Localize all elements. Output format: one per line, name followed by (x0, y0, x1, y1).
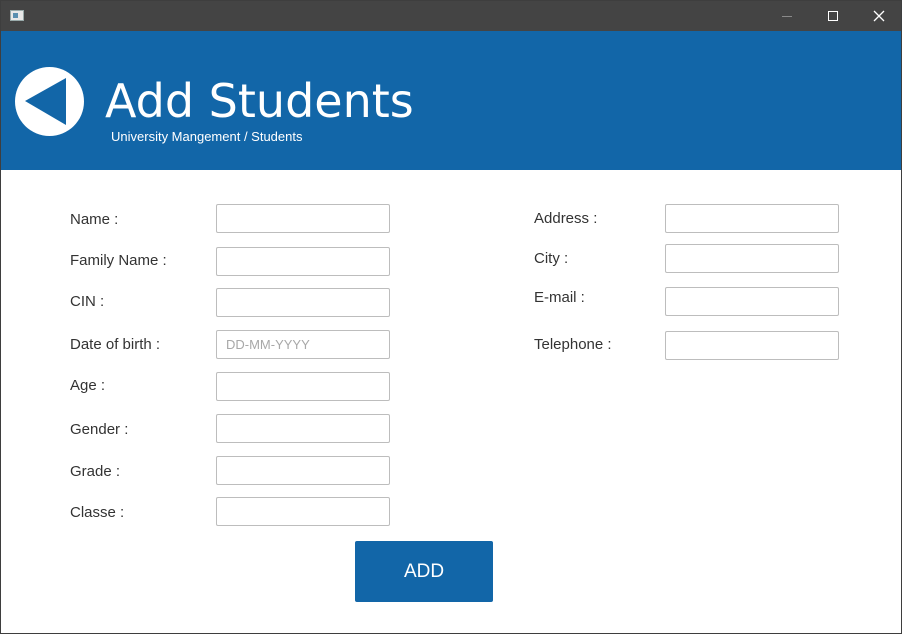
date-of-birth-field[interactable] (216, 330, 390, 359)
minimize-button[interactable] (764, 1, 810, 31)
gender-label: Gender : (70, 421, 129, 438)
grade-field[interactable] (216, 456, 390, 485)
cin-label: CIN : (70, 293, 105, 310)
telephone-field[interactable] (665, 331, 839, 360)
maximize-icon (828, 11, 838, 21)
cin-field[interactable] (216, 288, 390, 317)
age-field[interactable] (216, 372, 390, 401)
name-label: Name : (70, 211, 119, 228)
name-field[interactable] (216, 204, 390, 233)
classe-label: Classe : (70, 504, 125, 521)
email-label: E-mail : (534, 289, 585, 306)
family-name-label: Family Name : (70, 252, 167, 269)
title-bar (1, 1, 901, 31)
minimize-icon (782, 16, 792, 17)
add-button[interactable]: ADD (355, 541, 493, 602)
city-label: City : (534, 250, 569, 267)
age-label: Age : (70, 377, 106, 394)
close-icon (873, 10, 885, 22)
app-icon (10, 10, 24, 21)
date-of-birth-label: Date of birth : (70, 336, 161, 353)
back-arrow-icon (25, 78, 66, 125)
telephone-label: Telephone : (534, 336, 612, 353)
address-field[interactable] (665, 204, 839, 233)
breadcrumb: University Mangement / Students (111, 129, 303, 144)
maximize-button[interactable] (810, 1, 856, 31)
app-window: Add Students University Mangement / Stud… (0, 0, 902, 634)
gender-field[interactable] (216, 414, 390, 443)
family-name-field[interactable] (216, 247, 390, 276)
page-title: Add Students (105, 74, 414, 128)
classe-field[interactable] (216, 497, 390, 526)
address-label: Address : (534, 210, 598, 227)
page-header: Add Students University Mangement / Stud… (1, 31, 901, 170)
grade-label: Grade : (70, 463, 121, 480)
back-button[interactable] (15, 67, 84, 136)
close-button[interactable] (856, 1, 901, 31)
city-field[interactable] (665, 244, 839, 273)
email-field[interactable] (665, 287, 839, 316)
